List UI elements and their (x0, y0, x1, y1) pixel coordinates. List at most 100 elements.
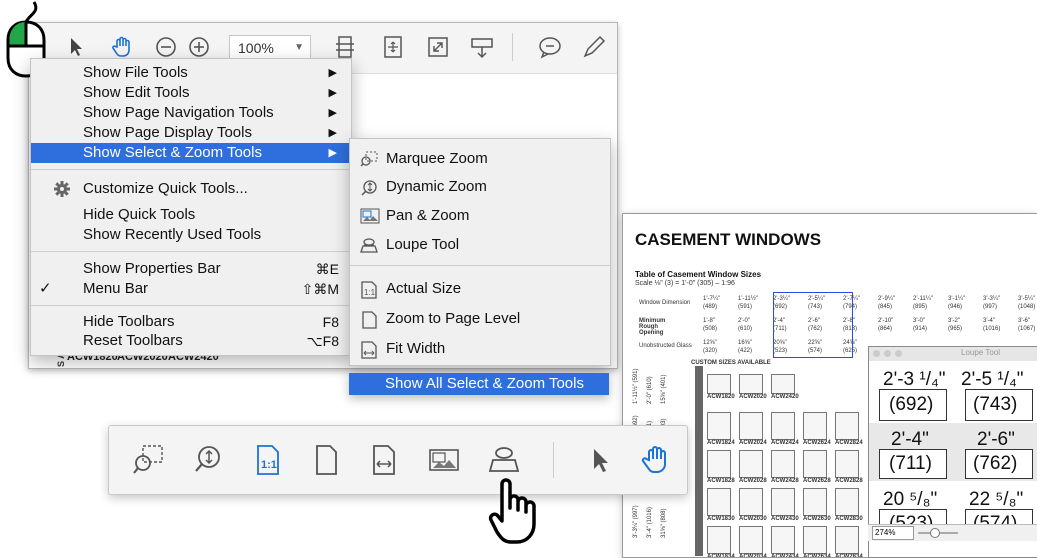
dimension-text: (1048) (1018, 304, 1036, 310)
marquee-zoom-icon[interactable] (131, 443, 165, 477)
fit-width-icon[interactable] (367, 443, 401, 477)
menu-item-label: Show Select & Zoom Tools (83, 144, 262, 161)
full-screen-icon[interactable] (425, 34, 451, 60)
menu-item-shortcut: F8 (322, 314, 339, 330)
loupe-rough: 2'-4" (891, 429, 929, 450)
menu-item-hide-toolbars[interactable]: Hide Toolbars F8 (31, 312, 351, 332)
submenu-item-dynamic-zoom[interactable]: Dynamic Zoom (350, 177, 610, 197)
menu-item-show-page-display-tools[interactable]: Show Page Display Tools ▶ (31, 123, 351, 143)
loupe-zoom-value[interactable]: 274% (872, 526, 914, 540)
menu-item-show-properties-bar[interactable]: Show Properties Bar ⌘E (31, 259, 351, 279)
submenu-arrow-icon: ▶ (328, 127, 337, 139)
menu-separator (31, 251, 351, 252)
dimension-text: 2'-0" (610) (647, 376, 653, 404)
window-close-icon[interactable] (873, 350, 880, 357)
submenu-item-fit-width[interactable]: Fit Width (350, 339, 610, 359)
submenu-item-marquee-zoom[interactable]: Marquee Zoom (350, 149, 610, 169)
loupe-title: Loupe Tool (961, 348, 1000, 357)
dimension-text: 2'-9¼" (878, 296, 895, 302)
window-label: ACW2420 (771, 394, 799, 400)
menu-item-show-page-navigation-tools[interactable]: Show Page Navigation Tools ▶ (31, 103, 351, 123)
window-thumbnail (739, 488, 763, 516)
window-label: ACW2828 (835, 478, 863, 484)
dimension-text: 1'-8" (703, 318, 715, 324)
dimension-text: 3'-3¼" (983, 296, 1000, 302)
menu-item-label: Customize Quick Tools... (83, 180, 248, 197)
window-thumbnail (707, 526, 731, 554)
dimension-text: 16⅝" (738, 340, 752, 346)
menu-item-menu-bar[interactable]: ✓ Menu Bar ⇧⌘M (31, 279, 351, 299)
marquee-zoom-icon (360, 151, 378, 167)
submenu-item-actual-size[interactable]: 1:1 Actual Size (350, 279, 610, 299)
window-label: ACW2624 (803, 440, 831, 446)
loupe-rough: 2'-6" (977, 429, 1015, 450)
zoom-in-icon[interactable] (186, 34, 212, 60)
hand-tool-icon[interactable] (109, 34, 135, 60)
zoom-level-dropdown[interactable]: 100% ▼ (229, 35, 311, 59)
menu-item-reset-toolbars[interactable]: Reset Toolbars ⌥F8 (31, 331, 351, 351)
loupe-zoom-bar: 274% (868, 524, 1037, 541)
menu-item-label: Show Page Navigation Tools (83, 104, 274, 121)
menu-item-label: Show Edit Tools (83, 84, 190, 101)
window-label: ACW2628 (803, 478, 831, 484)
dimension-text: (864) (878, 326, 893, 332)
pan-zoom-icon[interactable] (427, 443, 461, 477)
menu-item-hide-quick-tools[interactable]: Hide Quick Tools (31, 205, 351, 225)
window-thumbnail (739, 450, 763, 478)
menu-item-show-select-zoom-tools[interactable]: Show Select & Zoom Tools ▶ (31, 143, 351, 163)
dimension-text: (610) (738, 326, 753, 332)
window-label: ACW1830 (707, 516, 735, 522)
submenu-item-label: Dynamic Zoom (386, 178, 487, 195)
doc-scale: Scale ⅛" (3) = 1'-0" (305) – 1:96 (635, 280, 735, 287)
loupe-icon[interactable] (487, 443, 521, 477)
menu-separator (31, 169, 351, 170)
menu-item-show-recently-used-tools[interactable]: Show Recently Used Tools (31, 225, 351, 245)
window-thumbnail (707, 412, 731, 440)
submenu-item-loupe-tool[interactable]: Loupe Tool (350, 235, 610, 255)
submenu-item-pan-zoom[interactable]: Pan & Zoom (350, 206, 610, 226)
window-thumbnail (803, 450, 827, 478)
dimension-text: 3'-1¼" (948, 296, 965, 302)
window-thumbnail (707, 450, 731, 478)
select-tool-icon[interactable] (63, 34, 89, 60)
fit-page-icon[interactable] (332, 34, 358, 60)
vertical-band (695, 366, 703, 556)
dimension-text: (895) (913, 304, 928, 310)
actual-size-icon[interactable]: 1:1 (251, 443, 285, 477)
zoom-to-page-icon[interactable] (309, 443, 343, 477)
dimension-text: 2'-0" (738, 318, 750, 324)
window-thumbnail (835, 450, 859, 478)
dimension-text: 2'-11¼" (913, 296, 933, 302)
chevron-down-icon: ▼ (294, 42, 304, 53)
pointer-hand-icon (484, 476, 548, 546)
dimension-text: (320) (703, 348, 718, 354)
submenu-item-show-all-select-zoom-tools[interactable]: Show All Select & Zoom Tools (349, 373, 609, 395)
window-thumbnail (707, 374, 731, 394)
dimension-text: 31⅝" (808) (661, 508, 667, 538)
menu-item-customize-quick-tools[interactable]: Customize Quick Tools... (31, 179, 351, 199)
window-maximize-icon[interactable] (895, 350, 902, 357)
svg-text:1:1: 1:1 (364, 288, 376, 297)
context-menu: Show File Tools ▶ Show Edit Tools ▶ Show P… (30, 58, 352, 356)
dimension-text: (591) (738, 304, 753, 310)
comment-icon[interactable] (537, 34, 563, 60)
window-label: ACW2434 (771, 554, 799, 558)
select-tool-icon[interactable] (583, 443, 617, 477)
zoom-out-icon[interactable] (153, 34, 179, 60)
dynamic-zoom-icon[interactable] (191, 443, 225, 477)
pen-icon[interactable] (581, 34, 607, 60)
read-mode-icon[interactable] (469, 34, 495, 60)
submenu-arrow-icon: ▶ (328, 67, 337, 79)
hand-tool-icon[interactable] (639, 443, 673, 477)
slider-handle[interactable] (930, 528, 940, 538)
dimension-text: 2'-10" (878, 318, 894, 324)
loupe-mm: (692) (889, 394, 934, 415)
submenu-item-label: Loupe Tool (386, 236, 460, 253)
page-icon (360, 311, 378, 329)
fit-visible-icon[interactable] (380, 34, 406, 60)
dimension-text: 3'-5¼" (1018, 296, 1035, 302)
window-minimize-icon[interactable] (884, 350, 891, 357)
submenu-item-zoom-to-page-level[interactable]: Zoom to Page Level (350, 309, 610, 329)
menu-item-show-edit-tools[interactable]: Show Edit Tools ▶ (31, 83, 351, 103)
menu-item-show-file-tools[interactable]: Show File Tools ▶ (31, 63, 351, 83)
